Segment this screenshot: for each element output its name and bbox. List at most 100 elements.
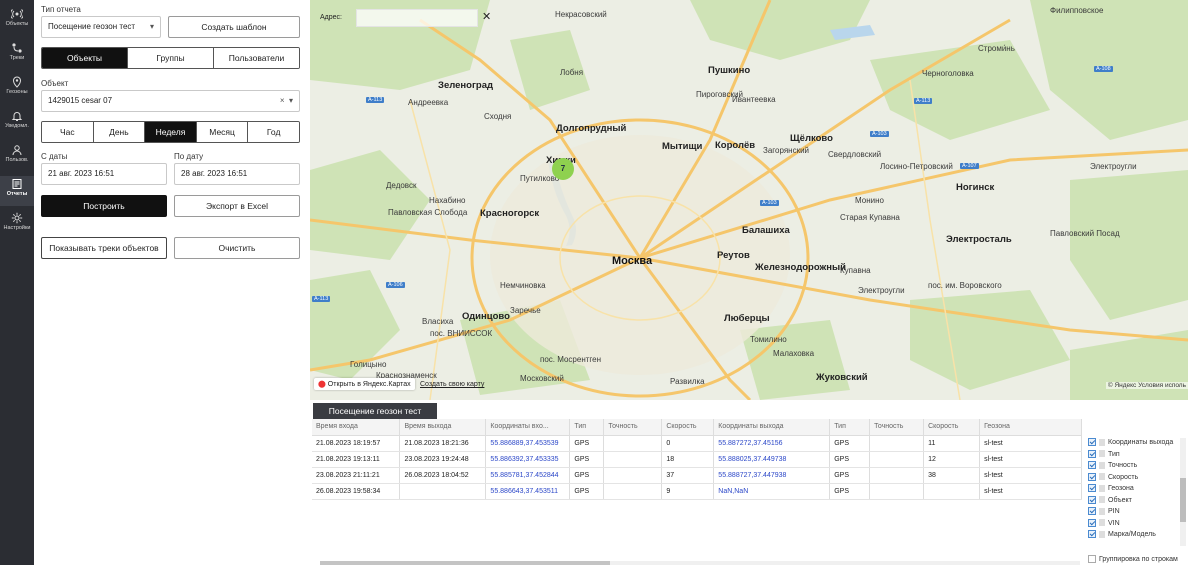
bell-icon <box>11 112 23 121</box>
map-place: Зеленоград <box>438 80 494 91</box>
create-map-link[interactable]: Создать свою карту <box>420 381 484 388</box>
column-header[interactable]: Координаты вхо... <box>485 419 571 436</box>
map[interactable]: Адрес: ✕ Некрасовский Филипповское Стром… <box>310 0 1188 400</box>
nav-settings[interactable]: Настройки <box>0 210 34 240</box>
period-year[interactable]: Год <box>247 122 299 142</box>
column-header[interactable]: Время выхода <box>399 419 487 436</box>
column-option-label: Тип <box>1108 450 1120 458</box>
map-place: Щёлково <box>790 133 833 144</box>
tab-users[interactable]: Пользователи <box>213 48 299 68</box>
column-header[interactable]: Время входа <box>312 419 401 436</box>
object-label: Объект <box>41 79 69 88</box>
column-option[interactable]: Скорость <box>1088 472 1138 484</box>
column-option[interactable]: PIN <box>1088 507 1120 518</box>
nav-reports[interactable]: Отчеты <box>0 176 34 206</box>
broadcast-icon <box>11 9 23 19</box>
table-row[interactable]: 21.08.2023 19:13:11 23.08.2023 19:24:48 … <box>312 451 1082 468</box>
column-option[interactable]: Координаты выхода <box>1088 438 1173 449</box>
coordinates-link[interactable]: 55.886643,37.453511 <box>485 483 571 500</box>
period-hour[interactable]: Час <box>42 122 93 142</box>
map-place: Одинцово <box>462 311 510 322</box>
column-option[interactable]: Тип <box>1088 449 1120 461</box>
scrollbar-thumb[interactable] <box>1180 478 1186 522</box>
column-header[interactable]: Скорость <box>923 419 981 436</box>
column-header[interactable]: Тип <box>829 419 871 436</box>
report-tab[interactable]: Посещение геозон тест <box>313 403 437 419</box>
column-header[interactable]: Геозона <box>979 419 1082 436</box>
coordinates-link[interactable]: 55.888727,37.447938 <box>713 467 831 484</box>
table-cell: sl-test <box>979 467 1082 484</box>
coordinates-link[interactable]: 55.887272,37.45156 <box>713 435 831 452</box>
column-header[interactable]: Скорость <box>661 419 715 436</box>
report-type-value: Посещение геозон тест <box>48 22 136 31</box>
tab-objects[interactable]: Объекты <box>42 48 127 68</box>
checkbox-icon <box>1088 495 1096 504</box>
create-template-button[interactable]: Создать шаблон <box>168 16 300 38</box>
column-option[interactable]: Геозона <box>1088 484 1134 495</box>
table-row[interactable]: 23.08.2023 21:11:21 26.08.2023 18:04:52 … <box>312 467 1082 484</box>
map-place: Черноголовка <box>922 69 974 78</box>
table-cell: 21.08.2023 18:21:36 <box>399 435 487 452</box>
nav-objects[interactable]: Объекты <box>0 6 34 36</box>
map-place: Павловский Посад <box>1050 229 1120 238</box>
table-row[interactable]: 21.08.2023 18:19:57 21.08.2023 18:21:36 … <box>312 435 1082 452</box>
column-header[interactable]: Координаты выхода <box>713 419 831 436</box>
nav-notifications[interactable]: Уведомл. <box>0 108 34 138</box>
checkbox-icon <box>1088 507 1096 515</box>
scrollbar-thumb[interactable] <box>320 561 610 565</box>
tab-groups[interactable]: Группы <box>127 48 213 68</box>
report-icon <box>12 179 22 189</box>
table-cell <box>869 435 925 452</box>
map-place: пос. им. Воровского <box>928 281 1002 290</box>
map-place: Дедовск <box>386 181 417 190</box>
report-type-select[interactable]: Посещение геозон тест ▾ <box>41 16 161 38</box>
column-header[interactable]: Точность <box>869 419 925 436</box>
coordinates-link[interactable]: 55.885781,37.452844 <box>485 467 571 484</box>
column-option[interactable]: Марка/Модель <box>1088 530 1156 541</box>
column-option[interactable]: Точность <box>1088 461 1137 472</box>
grouping-option[interactable]: Группировка по строкам <box>1088 555 1178 563</box>
map-place: Пушкино <box>708 65 751 76</box>
from-date-input[interactable]: 21 авг. 2023 16:51 <box>41 163 167 185</box>
table-cell <box>603 451 663 468</box>
coordinates-link[interactable]: NaN,NaN <box>713 483 831 500</box>
nav-tracks[interactable]: Треки <box>0 40 34 70</box>
column-header[interactable]: Тип <box>569 419 605 436</box>
table-cell: 37 <box>661 467 715 484</box>
column-chooser-scrollbar[interactable] <box>1180 438 1186 546</box>
table-cell: 21.08.2023 18:19:57 <box>312 435 401 452</box>
map-place: Железнодорожный <box>755 262 846 273</box>
to-date-input[interactable]: 28 авг. 2023 16:51 <box>174 163 300 185</box>
column-option[interactable]: VIN <box>1088 518 1120 530</box>
build-button[interactable]: Построить <box>41 195 167 217</box>
clear-button[interactable]: Очистить <box>174 237 300 259</box>
table-cell: 21.08.2023 19:13:11 <box>312 451 401 468</box>
period-month[interactable]: Месяц <box>195 122 248 142</box>
gear-icon <box>11 212 23 224</box>
coordinates-link[interactable]: 55.888025,37.449738 <box>713 451 831 468</box>
table-horizontal-scrollbar[interactable] <box>320 561 1080 565</box>
nav-notifications-label: Уведомл. <box>5 123 29 129</box>
coordinates-link[interactable]: 55.886889,37.453539 <box>485 435 571 452</box>
period-week[interactable]: Неделя <box>144 122 196 142</box>
show-tracks-button[interactable]: Показывать треки объектов <box>41 237 167 259</box>
coordinates-link[interactable]: 55.886392,37.453335 <box>485 451 571 468</box>
nav-users[interactable]: Пользов. <box>0 142 34 172</box>
column-option-label: Геозона <box>1108 484 1134 492</box>
period-day[interactable]: День <box>92 122 145 142</box>
object-select[interactable]: 1429015 cesar 07 × ▾ <box>41 90 300 112</box>
close-icon[interactable]: ✕ <box>482 10 491 23</box>
column-option[interactable]: Объект <box>1088 495 1132 507</box>
table-row[interactable]: 26.08.2023 19:58:34 55.886643,37.453511 … <box>312 483 1082 500</box>
drag-handle-icon <box>1099 530 1105 538</box>
address-input[interactable] <box>356 9 478 27</box>
open-yandex-maps-link[interactable]: ⬤ Открыть в Яндекс.Картах <box>314 378 415 390</box>
road-sign: A-113 <box>914 98 933 104</box>
map-place: Развилка <box>670 377 705 386</box>
map-place: Лосино-Петровский <box>880 162 953 171</box>
export-excel-button[interactable]: Экспорт в Excel <box>174 195 300 217</box>
cluster-marker[interactable]: 7 <box>552 158 574 180</box>
nav-geozones[interactable]: Геозоны <box>0 74 34 104</box>
column-header[interactable]: Точность <box>603 419 663 436</box>
sidebar: Объекты Треки Геозоны Уведомл. Пользов. … <box>0 0 34 565</box>
